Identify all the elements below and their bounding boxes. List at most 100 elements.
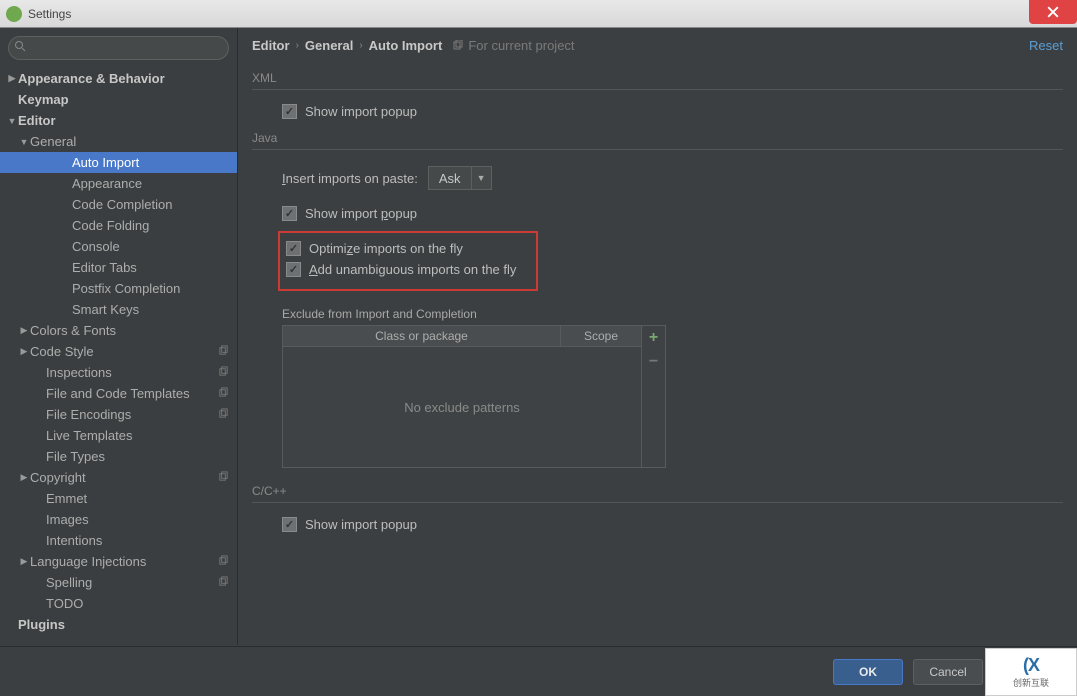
add-exclude-button[interactable]: + bbox=[642, 326, 665, 350]
reset-link[interactable]: Reset bbox=[1029, 38, 1063, 53]
breadcrumb-item[interactable]: Editor bbox=[252, 38, 290, 53]
tree-item-copyright[interactable]: Copyright bbox=[0, 467, 237, 488]
tree-item-label: Language Injections bbox=[30, 554, 146, 569]
tree-item-todo[interactable]: TODO bbox=[0, 593, 237, 614]
content-panel: Editor › General › Auto Import For curre… bbox=[238, 28, 1077, 645]
highlighted-options: Optimize imports on the fly Add unambigu… bbox=[278, 231, 538, 291]
app-icon bbox=[6, 6, 22, 22]
tree-item-general[interactable]: General bbox=[0, 131, 237, 152]
tree-item-postfix-completion[interactable]: Postfix Completion bbox=[0, 278, 237, 299]
section-label-cpp: C/C++ bbox=[252, 484, 1063, 498]
remove-exclude-button[interactable]: − bbox=[642, 350, 665, 374]
tree-item-spelling[interactable]: Spelling bbox=[0, 572, 237, 593]
chevron-right-icon bbox=[18, 325, 30, 336]
chevron-right-icon: › bbox=[296, 40, 299, 51]
chevron-down-icon: ▼ bbox=[471, 167, 491, 189]
breadcrumb-item[interactable]: General bbox=[305, 38, 353, 53]
tree-item-label: Intentions bbox=[46, 533, 102, 548]
tree-item-label: Code Completion bbox=[72, 197, 172, 212]
tree-item-images[interactable]: Images bbox=[0, 509, 237, 530]
tree-item-label: Keymap bbox=[18, 92, 69, 107]
separator bbox=[252, 89, 1063, 90]
sidebar: Appearance & Behavior Keymap EditorGeneral… bbox=[0, 28, 238, 645]
tree-item-code-folding[interactable]: Code Folding bbox=[0, 215, 237, 236]
chevron-right-icon: › bbox=[359, 40, 362, 51]
tree-item-label: Images bbox=[46, 512, 89, 527]
add-unambiguous-imports-label: Add unambiguous imports on the fly bbox=[309, 262, 516, 277]
tree-item-label: Appearance & Behavior bbox=[18, 71, 165, 86]
tree-item-keymap[interactable]: Keymap bbox=[0, 89, 237, 110]
tree-item-label: File and Code Templates bbox=[46, 386, 190, 401]
copy-icon bbox=[218, 345, 229, 359]
tree-item-label: Appearance bbox=[72, 176, 142, 191]
chevron-right-icon bbox=[18, 346, 30, 357]
tree-item-language-injections[interactable]: Language Injections bbox=[0, 551, 237, 572]
exclude-table: Class or package Scope No exclude patter… bbox=[282, 325, 642, 468]
tree-item-live-templates[interactable]: Live Templates bbox=[0, 425, 237, 446]
settings-tree: Appearance & Behavior Keymap EditorGeneral… bbox=[0, 68, 237, 645]
tree-item-label: File Types bbox=[46, 449, 105, 464]
copy-icon bbox=[218, 576, 229, 590]
tree-item-colors-fonts[interactable]: Colors & Fonts bbox=[0, 320, 237, 341]
tree-item-label: Auto Import bbox=[72, 155, 139, 170]
tree-item-code-style[interactable]: Code Style bbox=[0, 341, 237, 362]
tree-item-label: Editor Tabs bbox=[72, 260, 137, 275]
tree-item-emmet[interactable]: Emmet bbox=[0, 488, 237, 509]
optimize-imports-checkbox[interactable] bbox=[286, 241, 301, 256]
window-title: Settings bbox=[28, 7, 71, 21]
insert-imports-select[interactable]: Ask ▼ bbox=[428, 166, 492, 190]
xml-show-import-popup-label: Show import popup bbox=[305, 104, 417, 119]
tree-item-file-encodings[interactable]: File Encodings bbox=[0, 404, 237, 425]
titlebar: Settings bbox=[0, 0, 1077, 28]
copy-icon bbox=[218, 408, 229, 422]
search-input[interactable] bbox=[8, 36, 229, 60]
separator bbox=[252, 502, 1063, 503]
tree-item-label: TODO bbox=[46, 596, 83, 611]
copy-icon bbox=[218, 555, 229, 569]
tree-item-file-types[interactable]: File Types bbox=[0, 446, 237, 467]
breadcrumb-item[interactable]: Auto Import bbox=[369, 38, 443, 53]
column-header-scope[interactable]: Scope bbox=[561, 326, 641, 346]
tree-item-label: Copyright bbox=[30, 470, 86, 485]
chevron-right-icon bbox=[18, 472, 30, 483]
java-show-import-popup-checkbox[interactable] bbox=[282, 206, 297, 221]
cancel-button[interactable]: Cancel bbox=[913, 659, 983, 685]
copy-icon bbox=[218, 366, 229, 380]
xml-show-import-popup-checkbox[interactable] bbox=[282, 104, 297, 119]
tree-item-label: Emmet bbox=[46, 491, 87, 506]
tree-item-file-and-code-templates[interactable]: File and Code Templates bbox=[0, 383, 237, 404]
copy-icon bbox=[452, 40, 464, 52]
copy-icon bbox=[218, 387, 229, 401]
section-label-xml: XML bbox=[252, 71, 1063, 85]
watermark: (X 创新互联 bbox=[985, 648, 1077, 696]
tree-item-smart-keys[interactable]: Smart Keys bbox=[0, 299, 237, 320]
exclude-table-empty: No exclude patterns bbox=[283, 347, 641, 467]
add-unambiguous-imports-checkbox[interactable] bbox=[286, 262, 301, 277]
separator bbox=[252, 149, 1063, 150]
chevron-right-icon bbox=[18, 556, 30, 567]
tree-item-console[interactable]: Console bbox=[0, 236, 237, 257]
ok-button[interactable]: OK bbox=[833, 659, 903, 685]
cpp-show-import-popup-label: Show import popup bbox=[305, 517, 417, 532]
tree-item-appearance[interactable]: Appearance bbox=[0, 173, 237, 194]
tree-item-appearance-behavior[interactable]: Appearance & Behavior bbox=[0, 68, 237, 89]
chevron-down-icon bbox=[18, 137, 30, 147]
tree-item-inspections[interactable]: Inspections bbox=[0, 362, 237, 383]
section-label-java: Java bbox=[252, 131, 1063, 145]
close-button[interactable] bbox=[1029, 0, 1077, 24]
tree-item-label: File Encodings bbox=[46, 407, 131, 422]
search-icon bbox=[14, 40, 26, 55]
close-icon bbox=[1047, 6, 1059, 18]
tree-item-auto-import[interactable]: Auto Import bbox=[0, 152, 237, 173]
tree-item-intentions[interactable]: Intentions bbox=[0, 530, 237, 551]
tree-item-label: Code Folding bbox=[72, 218, 149, 233]
java-show-import-popup-label: Show import popup bbox=[305, 206, 417, 221]
insert-imports-label: Insert imports on paste: bbox=[282, 171, 418, 186]
column-header-class[interactable]: Class or package bbox=[283, 326, 561, 346]
tree-item-code-completion[interactable]: Code Completion bbox=[0, 194, 237, 215]
cpp-show-import-popup-checkbox[interactable] bbox=[282, 517, 297, 532]
tree-item-label: Plugins bbox=[18, 617, 65, 632]
tree-item-editor[interactable]: Editor bbox=[0, 110, 237, 131]
tree-item-editor-tabs[interactable]: Editor Tabs bbox=[0, 257, 237, 278]
tree-item-plugins[interactable]: Plugins bbox=[0, 614, 237, 635]
